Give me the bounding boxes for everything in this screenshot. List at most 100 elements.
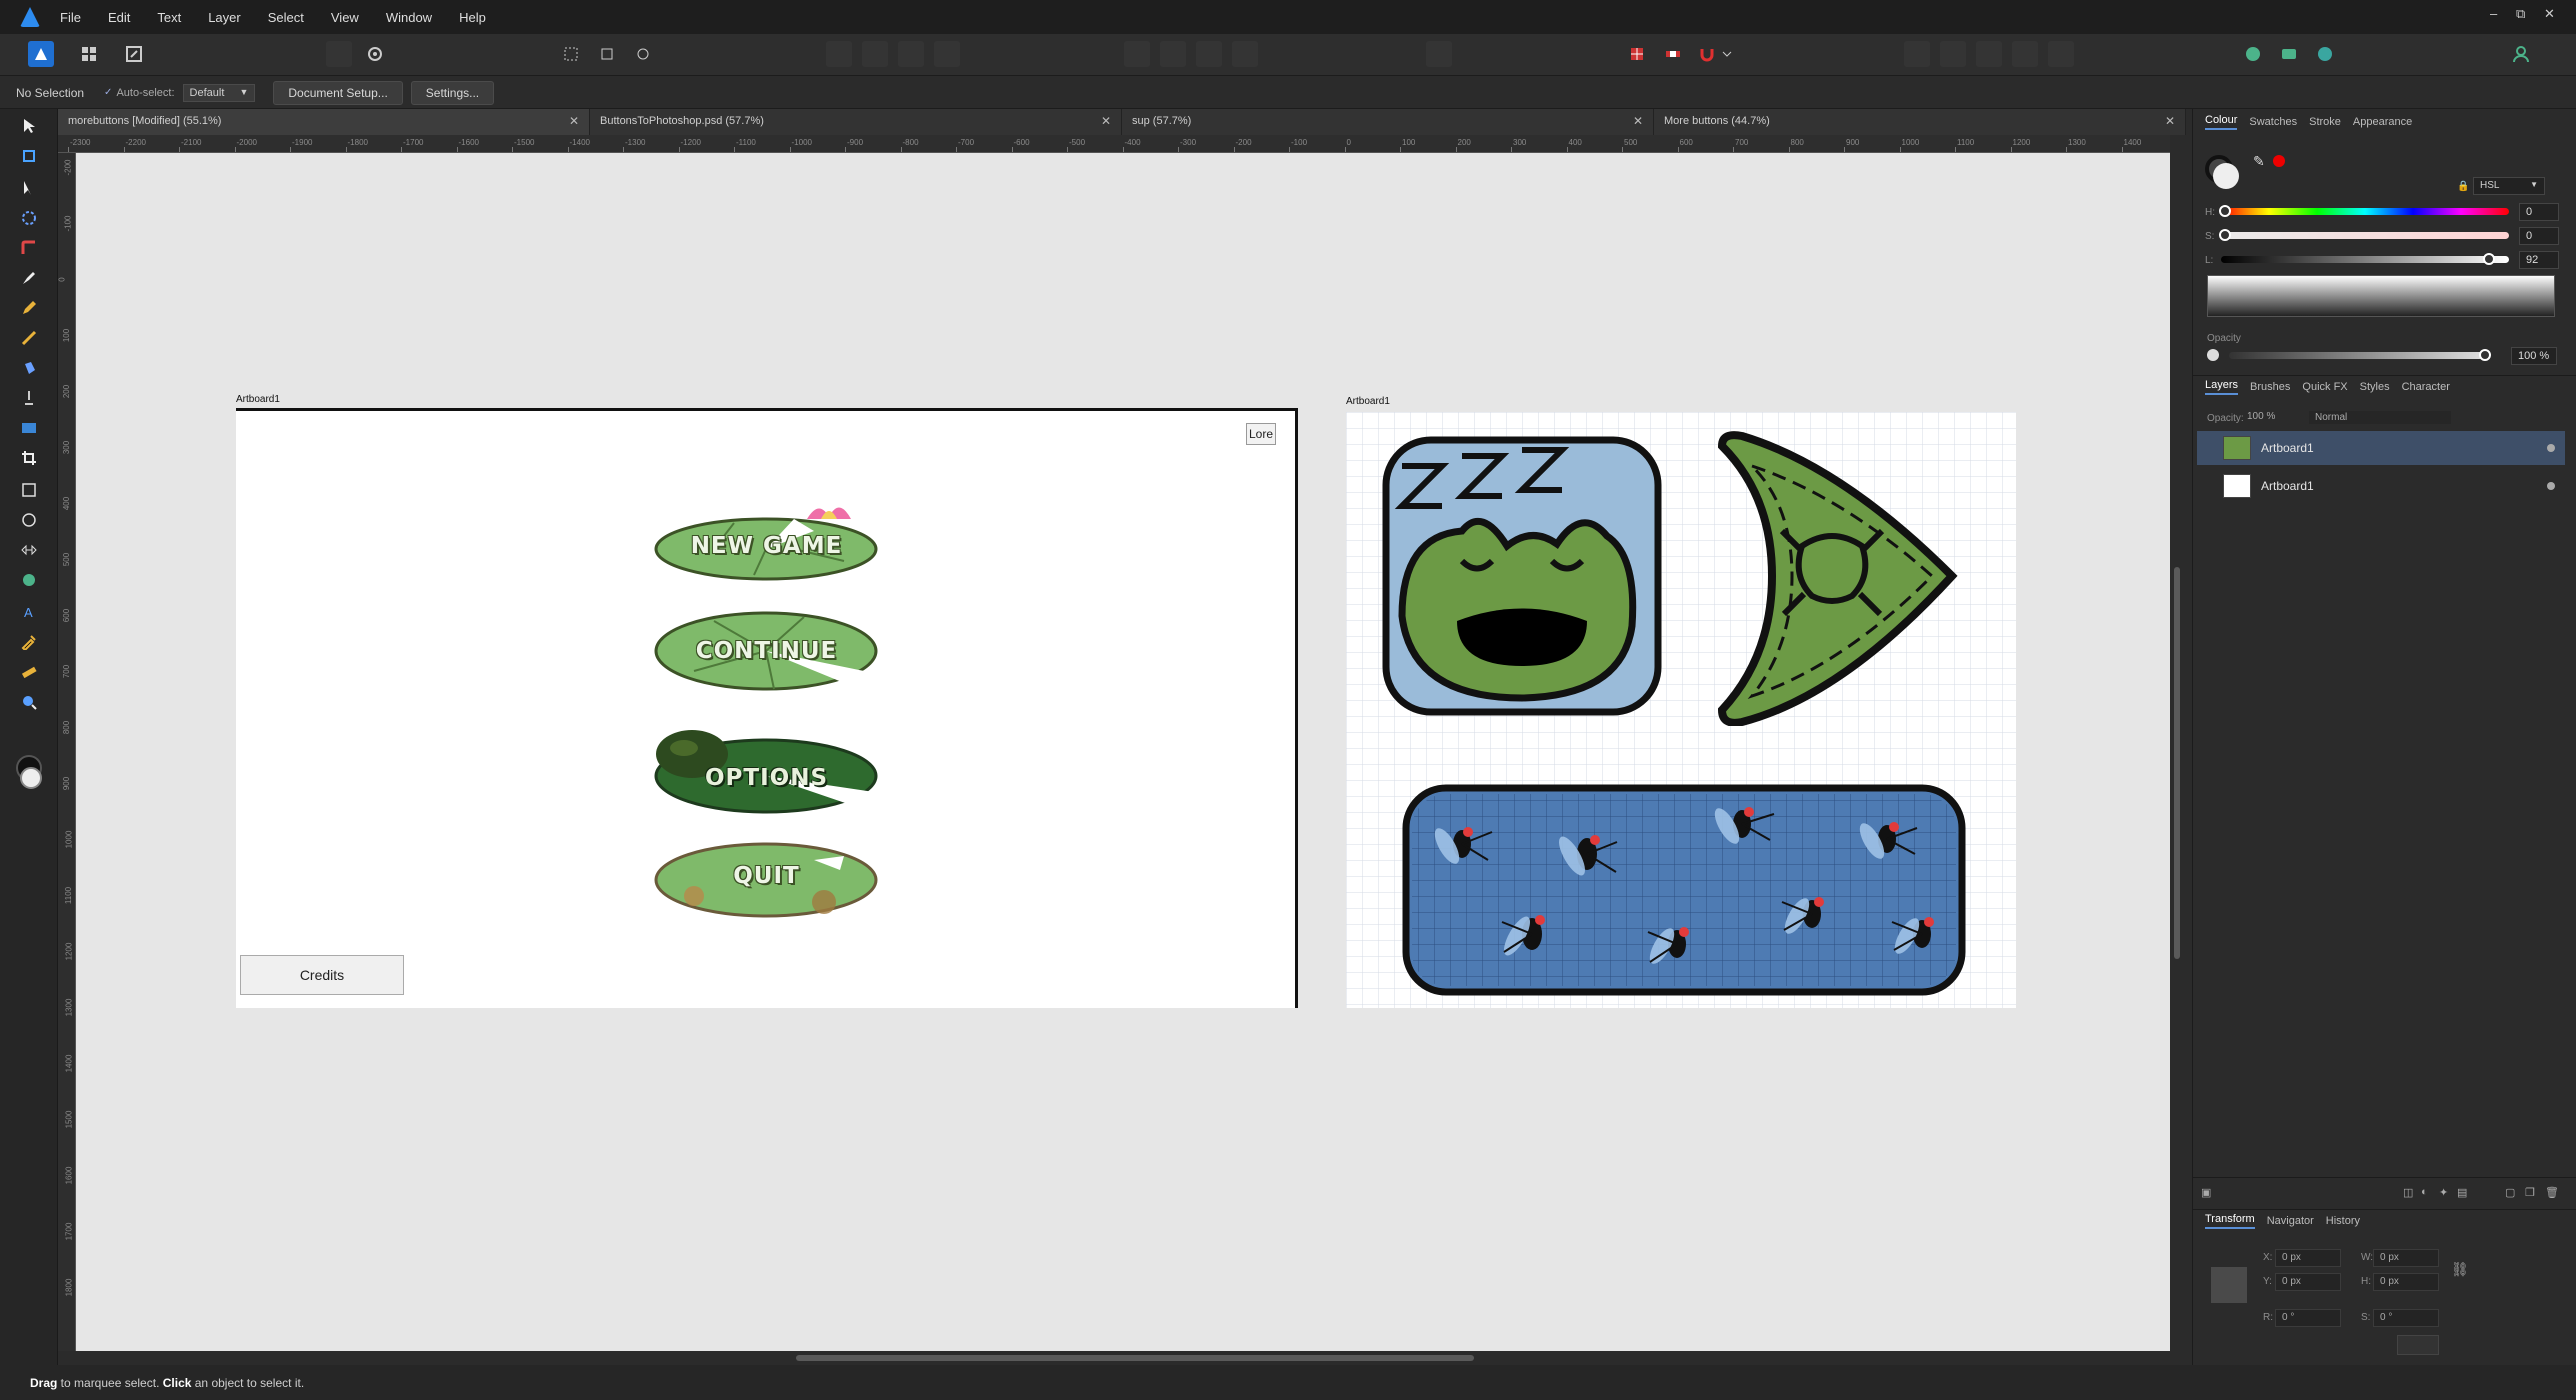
no-color-icon[interactable] — [2273, 155, 2285, 167]
user-account-icon[interactable] — [2508, 41, 2534, 67]
pixel-persona-icon[interactable] — [76, 41, 102, 67]
shear-input[interactable]: 0 ° — [2373, 1309, 2439, 1327]
boolean-intersect-icon[interactable] — [1976, 41, 2002, 67]
arrange-forward-icon[interactable] — [898, 41, 924, 67]
close-icon[interactable]: ✕ — [1101, 114, 1111, 128]
auto-select-dropdown[interactable]: Default ▼ — [182, 83, 256, 102]
tab-sup[interactable]: sup (57.7%) ✕ — [1122, 109, 1654, 135]
export-persona-icon[interactable] — [121, 41, 147, 67]
anchor-point-icon[interactable] — [2211, 1267, 2247, 1303]
align-right-icon[interactable] — [1196, 41, 1222, 67]
place-image-tool-icon[interactable] — [16, 415, 42, 441]
adjustment-icon[interactable]: ◐ — [2421, 1186, 2428, 1198]
saturation-slider[interactable] — [2219, 229, 2509, 241]
vertical-scroll-thumb[interactable] — [2174, 567, 2180, 959]
visibility-dot-icon[interactable] — [2547, 482, 2555, 490]
x-input[interactable]: 0 px — [2275, 1249, 2341, 1267]
arrange-front-icon[interactable] — [934, 41, 960, 67]
ellipse-tool-icon[interactable] — [16, 507, 42, 533]
menu-select[interactable]: Select — [268, 10, 304, 25]
continue-button[interactable]: CONTINUE — [654, 611, 879, 691]
minimize-button[interactable]: – — [2490, 6, 2497, 21]
layer-settings-icon[interactable]: ▣ — [2201, 1186, 2211, 1199]
align-center-icon[interactable] — [1160, 41, 1186, 67]
tab-colour[interactable]: Colour — [2205, 114, 2238, 130]
hue-slider[interactable] — [2219, 205, 2509, 217]
designer-persona-icon[interactable] — [28, 41, 54, 67]
chevron-down-icon[interactable] — [1720, 41, 1734, 67]
transform-icon[interactable] — [1426, 41, 1452, 67]
opacity-slider[interactable] — [2229, 349, 2491, 361]
align-left-icon[interactable] — [1124, 41, 1150, 67]
menu-view[interactable]: View — [331, 10, 359, 25]
horizontal-scroll-thumb[interactable] — [796, 1355, 1474, 1361]
fx-icon[interactable]: ✦ — [2439, 1186, 2448, 1199]
transform-options-dropdown[interactable] — [2397, 1335, 2439, 1355]
crop-tool-icon[interactable] — [16, 445, 42, 471]
color-picker-tool-icon[interactable] — [16, 629, 42, 655]
lore-button[interactable]: Lore — [1246, 423, 1276, 445]
blend-mode-dropdown[interactable]: Normal — [2309, 411, 2451, 424]
lock-icon[interactable]: 🔒 — [2457, 181, 2469, 192]
y-input[interactable]: 0 px — [2275, 1273, 2341, 1291]
artboard-tool-icon[interactable] — [16, 143, 42, 169]
artboard-buttons-sheet[interactable] — [1346, 412, 2016, 1008]
settings-button[interactable]: Settings... — [410, 80, 495, 105]
tab-navigator[interactable]: Navigator — [2267, 1215, 2314, 1227]
opacity-input[interactable]: 100 % — [2511, 347, 2557, 365]
tab-stroke[interactable]: Stroke — [2309, 116, 2341, 128]
options-button[interactable]: OPTIONS — [654, 726, 879, 814]
eyedropper-icon[interactable]: ✎ — [2253, 153, 2265, 170]
link-dimensions-icon[interactable]: ⛓ — [2451, 1261, 2469, 1278]
layer-row-artboard1-b[interactable]: Artboard1 — [2197, 469, 2565, 503]
snapping-icon[interactable] — [1624, 41, 1650, 67]
vector-brush-tool-icon[interactable] — [16, 325, 42, 351]
add-layer-icon[interactable]: ▢ — [2505, 1186, 2515, 1199]
opacity-knob[interactable] — [2479, 349, 2491, 361]
arrange-backward-icon[interactable] — [862, 41, 888, 67]
menu-help[interactable]: Help — [459, 10, 486, 25]
snap-geometry-icon[interactable] — [594, 41, 620, 67]
hue-input[interactable]: 0 — [2519, 203, 2559, 221]
rectangle-tool-icon[interactable] — [16, 477, 42, 503]
boolean-subtract-icon[interactable] — [1940, 41, 1966, 67]
tab-brushes[interactable]: Brushes — [2250, 381, 2290, 393]
gear-icon[interactable] — [362, 41, 388, 67]
magnet-icon[interactable] — [1694, 41, 1720, 67]
tab-swatches[interactable]: Swatches — [2249, 116, 2297, 128]
delete-layer-icon[interactable]: 🗑 — [2545, 1186, 2559, 1199]
affinity-designer-logo[interactable] — [20, 7, 40, 27]
lightness-input[interactable]: 92 — [2519, 251, 2559, 269]
shape-tool-icon[interactable] — [16, 537, 42, 563]
rotation-input[interactable]: 0 ° — [2275, 1309, 2341, 1327]
tab-history[interactable]: History — [2326, 1215, 2360, 1227]
arrange-back-icon[interactable] — [826, 41, 852, 67]
pen-tool-icon[interactable] — [16, 265, 42, 291]
tab-transform[interactable]: Transform — [2205, 1213, 2255, 1229]
contour-tool-icon[interactable] — [16, 205, 42, 231]
close-icon[interactable]: ✕ — [2165, 114, 2175, 128]
fill-color-swatch[interactable] — [20, 767, 42, 789]
move-tool-icon[interactable] — [16, 113, 42, 139]
menu-text[interactable]: Text — [157, 10, 181, 25]
tab-more-buttons[interactable]: More buttons (44.7%) ✕ — [1654, 109, 2186, 135]
boolean-divide-icon[interactable] — [2048, 41, 2074, 67]
quit-button[interactable]: QUIT — [654, 836, 879, 918]
tab-quick-fx[interactable]: Quick FX — [2302, 381, 2347, 393]
close-icon[interactable]: ✕ — [1633, 114, 1643, 128]
lightness-slider[interactable] — [2221, 253, 2509, 265]
fill-swatch[interactable] — [2213, 163, 2239, 189]
align-top-icon[interactable] — [1232, 41, 1258, 67]
document-icon[interactable] — [326, 41, 352, 67]
zoom-tool-icon[interactable] — [16, 689, 42, 715]
layer-row-artboard1-a[interactable]: Artboard1 — [2197, 431, 2565, 465]
hue-knob[interactable] — [2219, 205, 2231, 217]
document-setup-button[interactable]: Document Setup... — [273, 80, 403, 105]
colour-model-dropdown[interactable]: HSL ▼ — [2473, 177, 2545, 195]
artistic-text-tool-icon[interactable]: A — [16, 599, 42, 625]
artboard-main-menu[interactable]: Lore NEW GAME CONTINUE OPTIONS QUIT Cred… — [236, 408, 1298, 1008]
saturation-input[interactable]: 0 — [2519, 227, 2559, 245]
h-input[interactable]: 0 px — [2373, 1273, 2439, 1291]
globe-icon[interactable] — [2312, 41, 2338, 67]
group-icon[interactable]: ▤ — [2457, 1186, 2467, 1199]
